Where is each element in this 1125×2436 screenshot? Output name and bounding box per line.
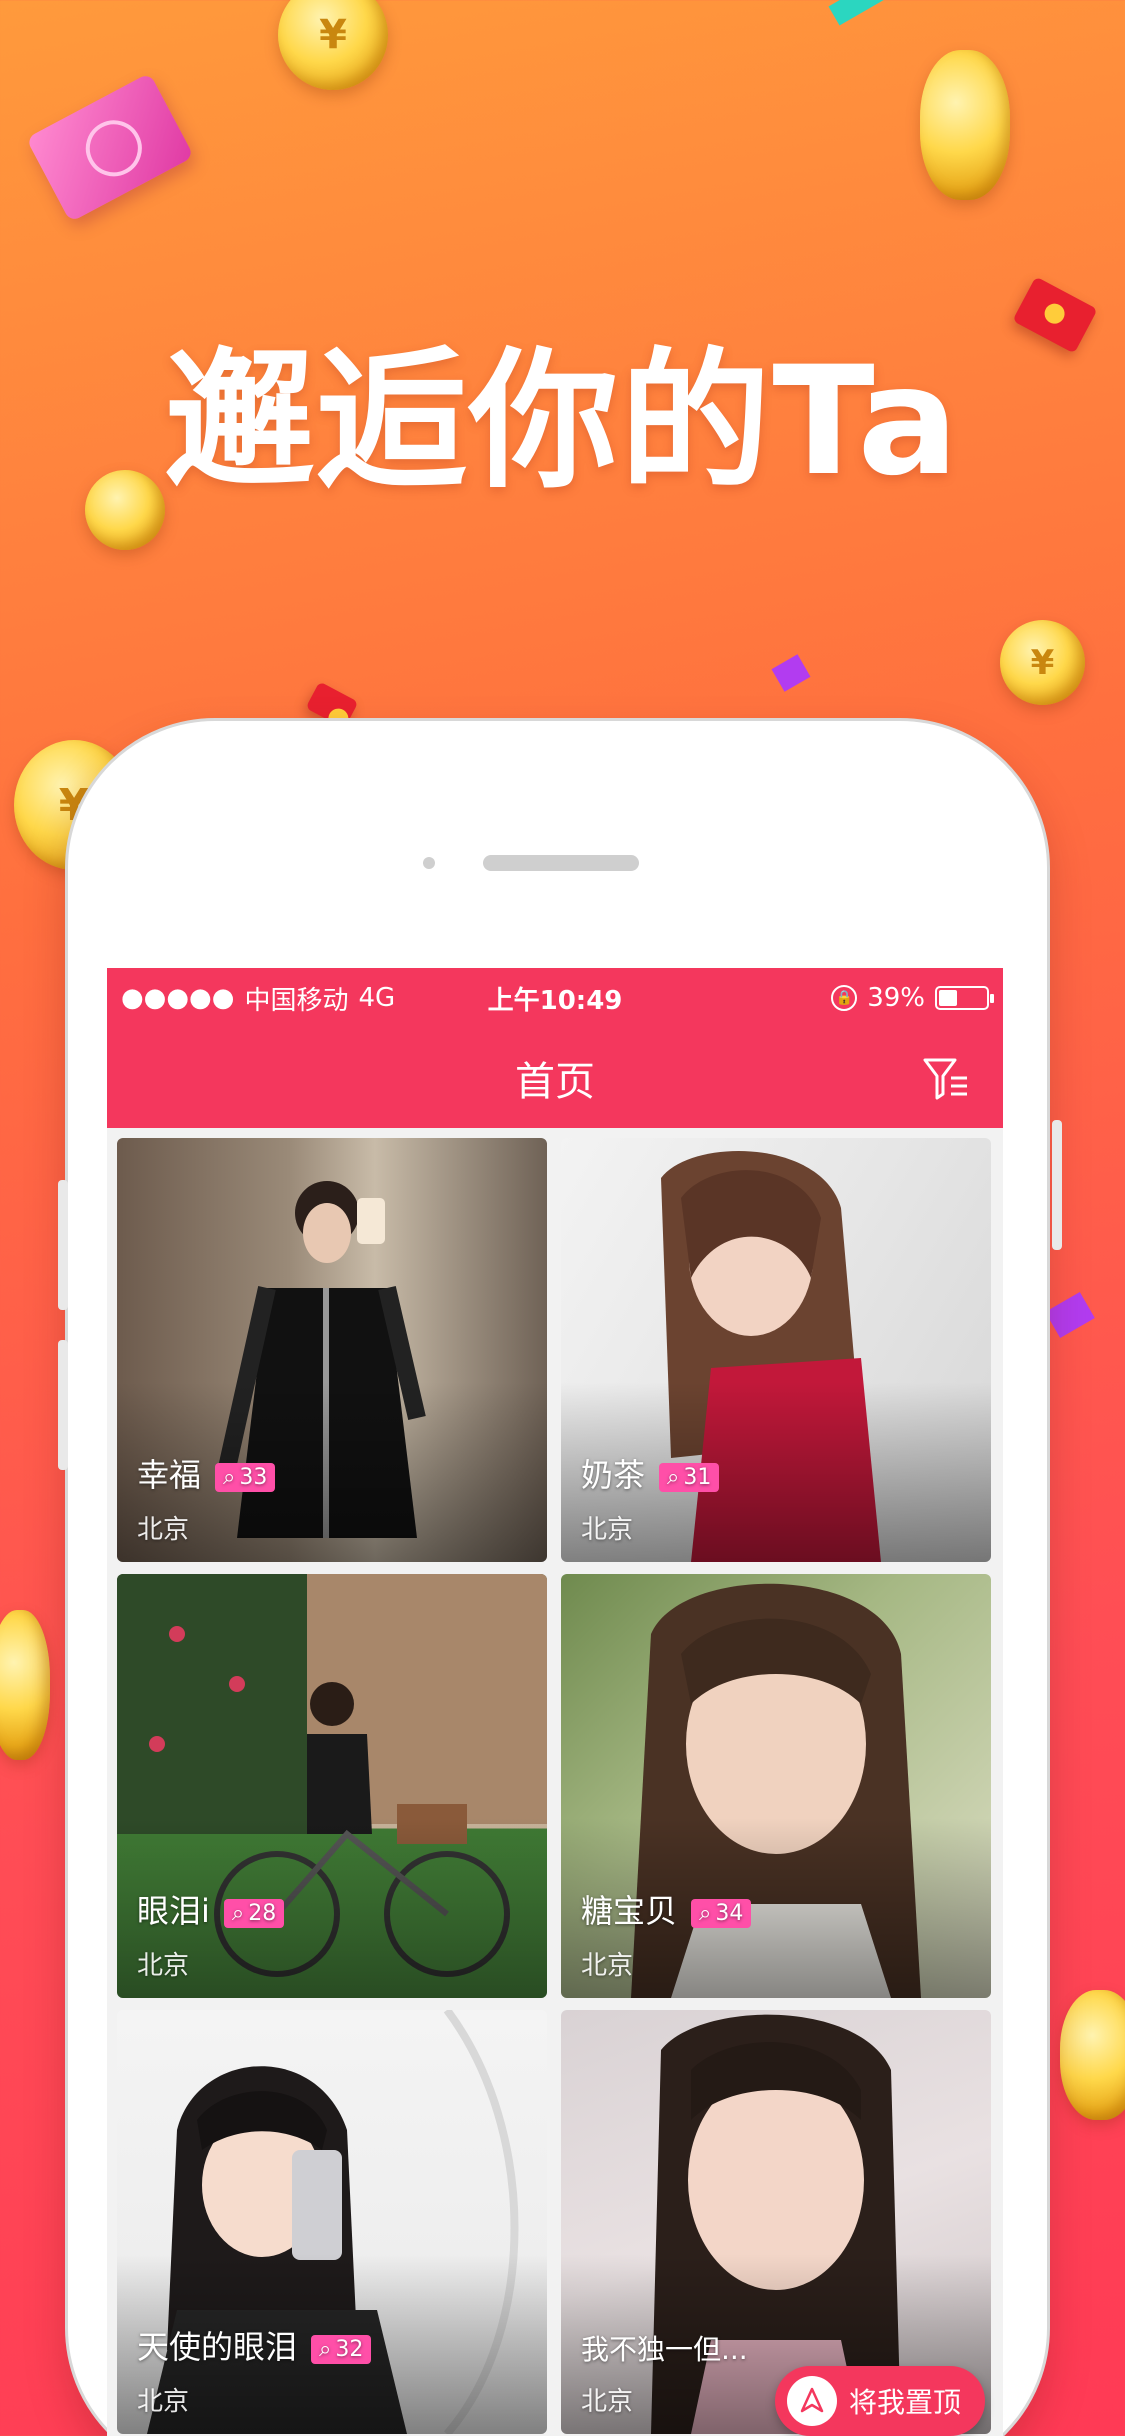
nav-bar: 首页 [107,1028,1003,1128]
message-count-badge: ⌕ 33 [215,1462,276,1492]
profile-card[interactable]: 糖宝贝 ⌕ 34 北京 [561,1574,991,1998]
profile-city: 北京 [137,1515,190,1545]
phone-side-button [58,1180,68,1310]
camera-dot [423,857,435,869]
coin-icon [920,50,1010,200]
profile-card[interactable]: 幸福 ⌕ 33 北京 [117,1138,547,1562]
confetti-icon [771,654,811,692]
money-bill-icon [25,72,195,223]
status-bar: ●●●●● 中国移动 4G 上午10:49 🔒 39% [107,968,1003,1028]
profile-name: 糖宝贝 ⌕ 34 [581,1886,752,1932]
message-count-badge: ⌕ 28 [223,1898,285,1928]
send-up-icon [786,2376,837,2426]
message-count: 32 [335,2336,364,2362]
coin-icon [0,1610,50,1760]
profile-name-text: 幸福 [137,1456,202,1494]
profile-city: 北京 [581,1515,634,1545]
page-title: 首页 [515,1059,595,1105]
message-count-badge: ⌕ 31 [659,1462,720,1492]
filter-icon[interactable] [921,1054,973,1104]
profile-city: 北京 [137,2387,190,2417]
coin-icon: ¥ [278,0,388,90]
profile-card[interactable]: 眼泪i ⌕ 28 北京 [117,1574,547,1998]
message-count: 34 [715,1900,744,1926]
profile-city: 北京 [581,2387,634,2417]
profile-city: 北京 [137,1951,190,1981]
phone-side-button [1052,1120,1062,1250]
headline: 邂逅你的Ta [164,335,961,509]
profile-name: 奶茶 ⌕ 31 [581,1450,720,1496]
pin-to-top-button[interactable]: 将我置顶 [774,2366,985,2436]
coin-icon [1060,1990,1125,2120]
profile-name: 幸福 ⌕ 33 [137,1450,276,1496]
profile-name-text: 眼泪i [137,1892,210,1930]
message-count-badge: ⌕ 32 [311,2334,372,2364]
rotation-lock-icon: 🔒 [831,985,858,1011]
message-count-badge: ⌕ 34 [691,1898,752,1928]
profile-name: 眼泪i ⌕ 28 [137,1886,285,1932]
battery-level [939,990,957,1006]
coin-icon: ¥ [1000,620,1085,705]
pin-to-top-label: 将我置顶 [848,2386,961,2419]
speaker-grill [483,855,639,871]
profile-name: 我不独一但... [581,2328,748,2368]
profile-name-text: 糖宝贝 [581,1892,678,1930]
confetti-icon [828,0,892,26]
confetti-icon [1045,1292,1095,1338]
phone-side-button [58,1340,68,1470]
profile-card[interactable]: 天使的眼泪 ⌕ 32 北京 [117,2010,547,2434]
profile-grid: 幸福 ⌕ 33 北京 奶茶 ⌕ 31 北京 眼泪i ⌕ 28 北京 糖宝贝 ⌕ … [117,1138,993,2434]
message-count: 28 [248,1900,277,1926]
profile-card[interactable]: 奶茶 ⌕ 31 北京 [561,1138,991,1562]
message-count: 31 [683,1464,712,1490]
profile-name: 天使的眼泪 ⌕ 32 [137,2322,372,2368]
app-screen: ●●●●● 中国移动 4G 上午10:49 🔒 39% 首页 幸福 ⌕ 33 北… [107,968,1003,2436]
message-count: 33 [239,1464,268,1490]
profile-name-text: 奶茶 [581,1456,646,1494]
battery-icon [935,986,994,1010]
profile-name-text: 天使的眼泪 [137,2328,298,2366]
profile-name-text: 我不独一但... [581,2333,748,2366]
profile-city: 北京 [581,1951,634,1981]
battery-percent: 39% [867,983,925,1013]
